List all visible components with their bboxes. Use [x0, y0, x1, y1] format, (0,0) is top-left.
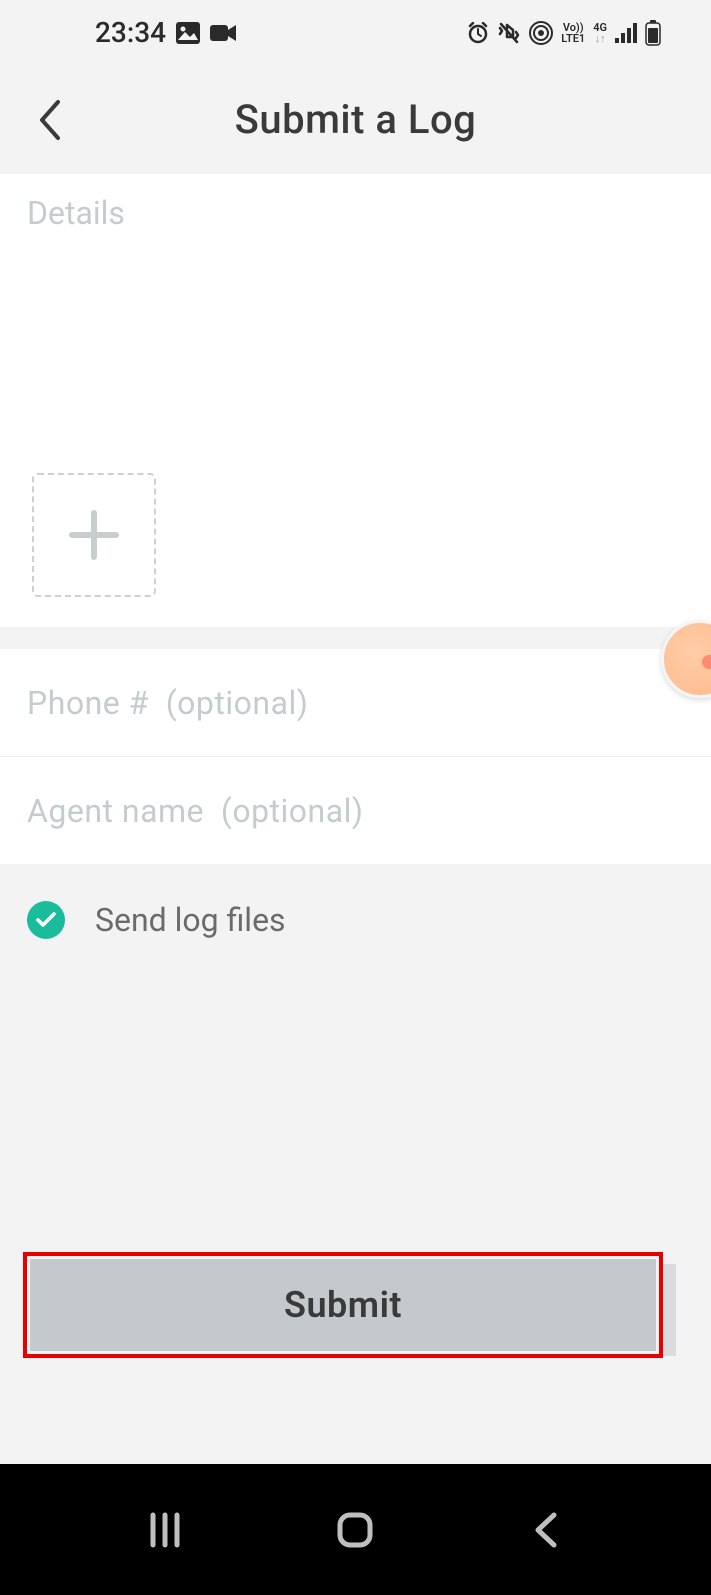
- details-card: [0, 174, 711, 627]
- send-logs-checkbox[interactable]: [27, 901, 65, 939]
- phone-input[interactable]: [0, 649, 711, 756]
- battery-icon: [645, 20, 661, 46]
- status-right: Vo)) LTE1 4G ↓↑: [467, 20, 661, 46]
- network-4g-icon: 4G ↓↑: [593, 22, 607, 44]
- volte-icon: Vo)) LTE1: [561, 22, 585, 44]
- details-input[interactable]: [27, 194, 684, 454]
- app-header: Submit a Log: [0, 65, 711, 174]
- chevron-left-icon: [36, 98, 64, 142]
- recents-icon: [147, 1512, 183, 1548]
- submit-wrapper: Submit: [23, 1252, 663, 1358]
- check-icon: [35, 911, 57, 929]
- send-logs-row: Send log files: [0, 864, 711, 976]
- submit-shadow: [663, 1264, 676, 1356]
- status-left: 23:34: [95, 16, 236, 49]
- send-logs-label: Send log files: [95, 901, 286, 939]
- alarm-icon: [467, 22, 489, 44]
- image-icon: [176, 22, 200, 44]
- home-icon: [335, 1510, 375, 1550]
- video-icon: [210, 23, 236, 43]
- signal-icon: [615, 23, 637, 43]
- nav-back-button[interactable]: [506, 1490, 586, 1570]
- back-button[interactable]: [25, 95, 75, 145]
- vibrate-icon: [497, 22, 521, 44]
- submit-button[interactable]: Submit: [30, 1259, 656, 1351]
- phone-card: [0, 649, 711, 756]
- recents-button[interactable]: [125, 1490, 205, 1570]
- status-time: 23:34: [95, 16, 166, 49]
- record-dot-icon: [702, 655, 711, 669]
- agent-name-input[interactable]: [0, 757, 711, 864]
- page-title: Submit a Log: [235, 96, 477, 143]
- chevron-left-icon: [532, 1510, 560, 1550]
- section-divider: [0, 627, 711, 649]
- status-bar: 23:34 Vo)) LTE1 4G ↓↑: [0, 0, 711, 65]
- plus-icon: [66, 507, 122, 563]
- home-button[interactable]: [315, 1490, 395, 1570]
- hotspot-icon: [529, 21, 553, 45]
- system-nav-bar: [0, 1464, 711, 1595]
- add-attachment-button[interactable]: [32, 473, 156, 597]
- submit-highlight: Submit: [23, 1252, 663, 1358]
- details-section: [0, 174, 711, 627]
- agent-card: [0, 757, 711, 864]
